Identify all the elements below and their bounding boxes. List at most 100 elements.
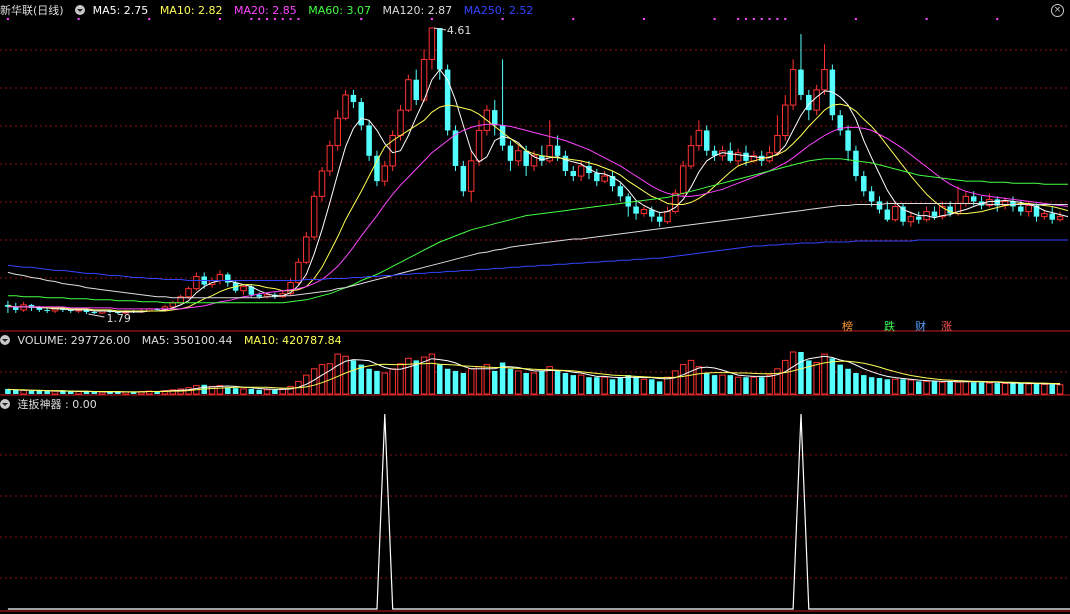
volume-bar-down xyxy=(586,377,592,394)
candle-body-down xyxy=(845,130,851,151)
candle-body-down xyxy=(633,206,639,214)
volume-bar-down xyxy=(947,381,953,394)
volume-bar-down xyxy=(900,379,906,394)
volume-bar-down xyxy=(625,375,631,394)
candle-body-down xyxy=(900,206,906,222)
ma-line-ma5 xyxy=(7,68,1069,313)
volume-bar-up xyxy=(907,379,915,395)
candle-body-down xyxy=(570,171,577,177)
volume-bar-down xyxy=(28,390,35,394)
volume-legend: VOLUME: 297726.00 MA5: 350100.44 MA10: 4… xyxy=(0,333,350,349)
signal-dot xyxy=(925,18,928,20)
volume-bar-down xyxy=(539,370,545,394)
candle-body-up xyxy=(295,261,302,284)
candle-body-up xyxy=(310,195,318,238)
candle-body-down xyxy=(523,150,529,166)
stock-title: 新华联(日线) xyxy=(0,4,64,17)
candle-body-up xyxy=(813,89,820,111)
signal-dot xyxy=(737,18,740,20)
candle-body-down xyxy=(970,196,977,202)
candle-body-down xyxy=(491,110,498,126)
legend-ma5: MA5: 2.75 xyxy=(92,4,149,17)
candle-body-down xyxy=(798,69,804,95)
volume-bar-down xyxy=(366,368,372,394)
close-icon[interactable]: × xyxy=(1051,4,1064,17)
candle-body-down xyxy=(350,94,357,103)
candle-body-down xyxy=(594,173,600,182)
candle-body-down xyxy=(617,186,624,197)
candle-body-up xyxy=(601,175,608,182)
volume-bar-down xyxy=(491,370,498,394)
candle-body-up xyxy=(515,150,522,162)
signal-dot xyxy=(642,18,645,20)
volume-bar-down xyxy=(460,373,467,394)
candle-body-down xyxy=(507,145,514,161)
volume-bar-up xyxy=(672,370,679,395)
volume-bar-down xyxy=(649,379,655,394)
candle-body-down xyxy=(743,152,749,161)
candle-body-up xyxy=(467,160,475,192)
candle-body-up xyxy=(303,236,310,263)
candle-body-up xyxy=(907,216,915,223)
candle-body-down xyxy=(91,311,98,313)
candle-body-down xyxy=(1049,213,1055,220)
candle-body-down xyxy=(861,176,867,192)
candle-body-up xyxy=(405,79,412,111)
volume-bar-down xyxy=(523,373,529,394)
volume-bar-up xyxy=(1041,383,1048,395)
volume-bar-up xyxy=(782,359,789,395)
indicator-label: 连扳神器 : 0.00 xyxy=(17,398,97,411)
indicator-signal-line xyxy=(7,413,1070,610)
ma-line-ma60 xyxy=(7,158,1068,304)
candle-body-up xyxy=(1056,216,1064,221)
volume-bar-up xyxy=(719,374,726,395)
candle-body-up xyxy=(20,304,27,311)
volume-bar-down xyxy=(727,375,734,394)
tag-rise[interactable]: 涨 xyxy=(941,318,952,334)
candle-body-up xyxy=(216,273,224,282)
kline-chart[interactable]: 4.61 1.79 xyxy=(0,0,1070,614)
volume-bar-down xyxy=(806,360,812,394)
tag-rank[interactable]: 榜 xyxy=(842,318,853,334)
volume-bar-down xyxy=(91,391,98,394)
candle-body-up xyxy=(240,286,247,292)
candle-body-down xyxy=(656,216,663,222)
legend-ma60: MA60: 3.07 xyxy=(308,4,371,17)
tag-finance[interactable]: 财 xyxy=(915,318,926,334)
volume-bar-up xyxy=(20,389,27,395)
volume-bar-up xyxy=(263,389,271,395)
candle-body-up xyxy=(318,170,326,197)
toggle-icon[interactable] xyxy=(0,335,10,345)
volume-bar-down xyxy=(758,377,765,394)
candle-body-down xyxy=(876,201,883,210)
candle-body-down xyxy=(413,79,419,101)
toggle-icon[interactable] xyxy=(0,399,10,409)
volume-bar-down xyxy=(711,375,718,394)
volume-bar-down xyxy=(915,381,922,394)
candle-body-up xyxy=(821,69,828,91)
signal-dot xyxy=(745,18,747,20)
volume-bar-down xyxy=(44,391,50,394)
volume-bar-up xyxy=(389,368,396,395)
volume-bar-down xyxy=(617,377,624,394)
volume-bar-down xyxy=(60,391,66,394)
volume-bar-down xyxy=(374,370,380,394)
volume-bar-up xyxy=(381,372,389,395)
volume-bar-up xyxy=(695,366,703,395)
legend-ma120: MA120: 2.87 xyxy=(382,4,453,17)
volume-bar-down xyxy=(13,389,19,394)
candle-body-up xyxy=(962,195,970,204)
toggle-icon[interactable] xyxy=(75,5,86,15)
tag-fall[interactable]: 跌 xyxy=(884,318,895,334)
volume-bar-down xyxy=(837,364,843,394)
candle-body-up xyxy=(1041,213,1048,218)
volume-bar-down xyxy=(570,375,577,394)
volume-bar-up xyxy=(687,359,695,395)
volume-bar-down xyxy=(507,368,514,394)
volume-bar-up xyxy=(789,351,797,395)
candle-body-down xyxy=(499,125,506,146)
candle-body-up xyxy=(193,275,200,290)
volume-bar-down xyxy=(1018,383,1024,394)
legend-vol-ma10: MA10: 420787.84 xyxy=(243,334,342,347)
volume-bar-up xyxy=(954,381,962,395)
